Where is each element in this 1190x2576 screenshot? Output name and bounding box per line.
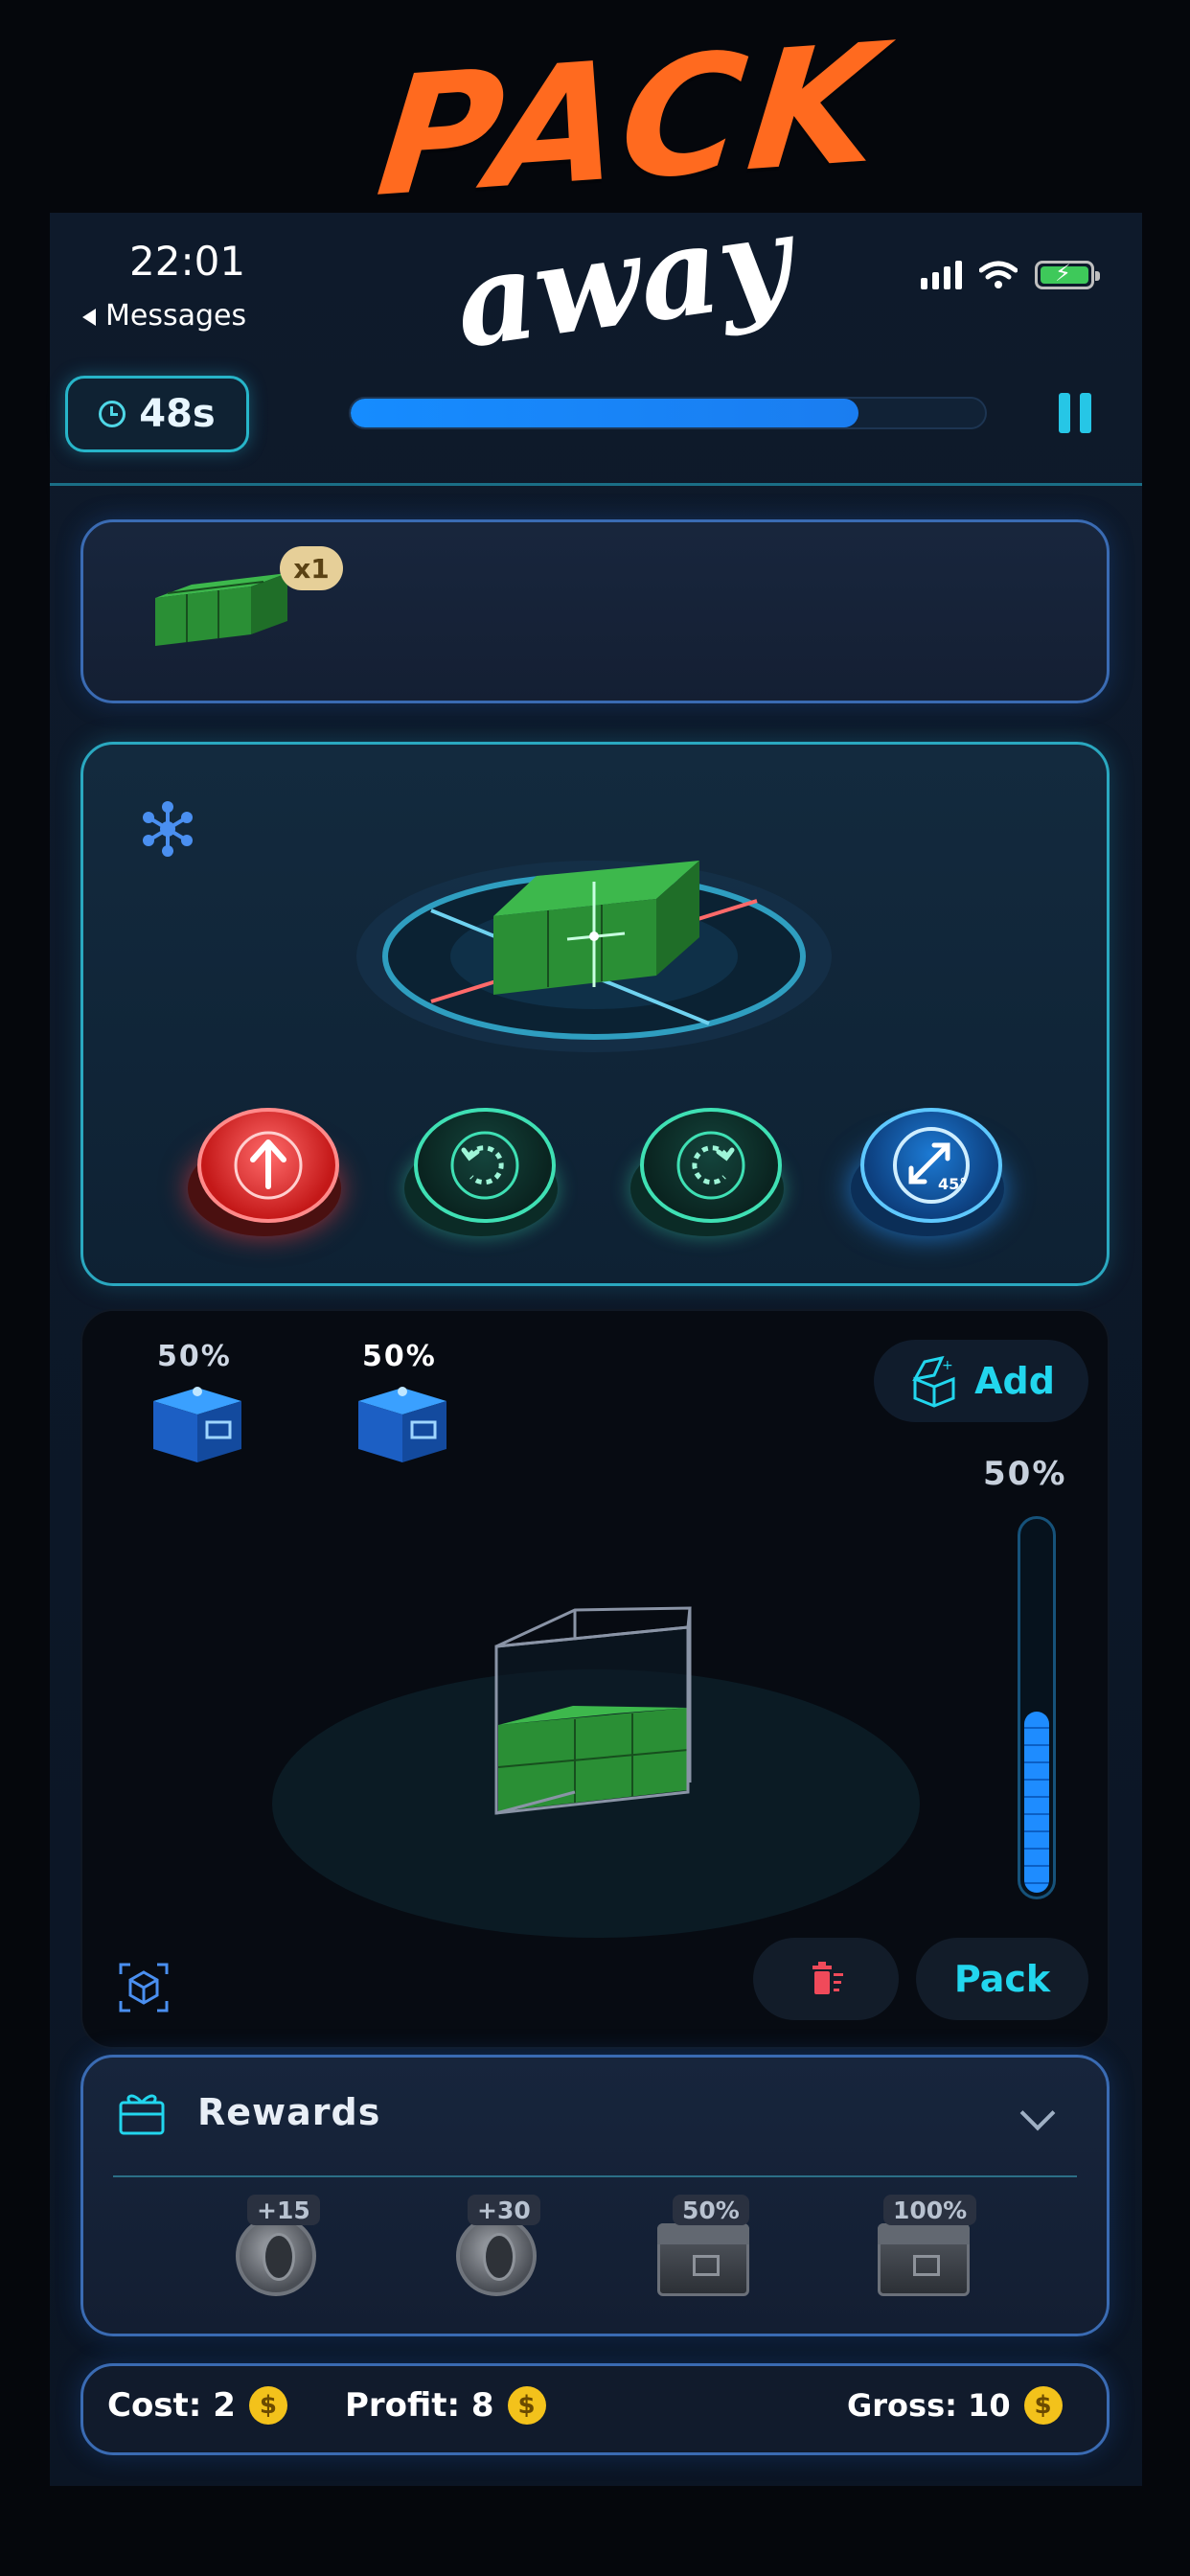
locked-box-icon xyxy=(878,2223,970,2296)
reward-tag: +30 xyxy=(468,2195,540,2225)
reward-tag: +15 xyxy=(247,2195,320,2225)
reward-box-100: 100% xyxy=(857,2195,1000,2310)
reward-box-50: 50% xyxy=(636,2195,780,2310)
rewards-title: Rewards xyxy=(197,2091,381,2133)
rotate-left-button[interactable] xyxy=(404,1102,558,1236)
gold-coin-icon: $ xyxy=(248,2386,287,2425)
crate-1-percent: 50% xyxy=(157,1340,232,1373)
add-box-button[interactable]: + Add xyxy=(874,1340,1088,1422)
status-time: 22:01 xyxy=(129,238,246,285)
pack-button[interactable]: Pack xyxy=(916,1938,1088,2020)
cellular-signal-icon xyxy=(921,261,962,289)
snowflake-freeze-icon[interactable] xyxy=(138,799,197,859)
level-progress-fill xyxy=(351,399,858,427)
hud-divider xyxy=(50,483,1142,486)
open-box-icon: + xyxy=(912,1355,955,1408)
crate-2-percent: 50% xyxy=(362,1340,437,1373)
rotate-cw-icon xyxy=(676,1131,745,1200)
back-arrow-icon xyxy=(82,308,96,326)
locked-box-icon xyxy=(657,2223,749,2296)
clock-icon xyxy=(99,401,126,427)
status-icons: ⚡ xyxy=(921,261,1100,289)
wifi-icon xyxy=(979,261,1018,288)
gift-icon xyxy=(119,2094,165,2135)
rotate-ccw-icon xyxy=(450,1131,519,1200)
add-label: Add xyxy=(974,1360,1055,1402)
back-to-messages[interactable]: Messages xyxy=(82,299,246,333)
logo-pack-text: PACK xyxy=(370,7,896,234)
tilt-45-button[interactable]: 45° xyxy=(851,1102,1004,1236)
clear-bin-button[interactable] xyxy=(753,1938,899,2020)
container-fill-meter xyxy=(1018,1516,1056,1899)
cost-text: Cost: 2 xyxy=(107,2386,236,2425)
coin-icon xyxy=(236,2216,316,2296)
reward-tag: 50% xyxy=(673,2195,749,2225)
rewards-divider xyxy=(113,2175,1077,2177)
tilt-45-icon: 45° xyxy=(893,1127,970,1204)
container-fill-level xyxy=(1024,1712,1049,1893)
arrow-up-icon xyxy=(234,1131,303,1200)
coin-icon xyxy=(456,2216,537,2296)
trash-icon xyxy=(812,1962,843,1994)
raise-piece-button[interactable] xyxy=(188,1102,341,1236)
pause-button[interactable] xyxy=(1059,393,1097,435)
profit-text: Profit: 8 xyxy=(345,2386,494,2425)
gold-coin-icon: $ xyxy=(507,2386,546,2425)
container-fill-percent: 50% xyxy=(983,1455,1067,1493)
queued-piece-triple-block[interactable] xyxy=(151,565,295,657)
level-progress-bar xyxy=(349,397,987,429)
view-3d-cube-icon[interactable] xyxy=(117,1961,171,2014)
crate-1-box-icon[interactable] xyxy=(148,1380,247,1466)
container-stage[interactable] xyxy=(270,1600,922,1945)
cost-stat: Cost: 2 $ xyxy=(107,2386,287,2425)
battery-charging-icon: ⚡ xyxy=(1035,261,1100,289)
pause-icon-bar-left xyxy=(1059,393,1070,433)
profit-stat: Profit: 8 $ xyxy=(345,2386,546,2425)
timer-pill: 48s xyxy=(65,376,249,452)
crate-2-box-icon[interactable] xyxy=(353,1380,452,1466)
piece-count-badge: x1 xyxy=(280,546,343,590)
reward-coin-15: +15 xyxy=(209,2195,353,2310)
reward-coin-30: +30 xyxy=(429,2195,573,2310)
rotate-right-button[interactable] xyxy=(630,1102,784,1236)
gross-stat: Gross: 10 $ xyxy=(847,2386,1063,2425)
gold-coin-icon: $ xyxy=(1023,2386,1063,2425)
timer-value: 48s xyxy=(139,392,216,436)
pause-icon-bar-right xyxy=(1080,393,1091,433)
rotation-platform[interactable] xyxy=(355,843,834,1064)
svg-text:+: + xyxy=(942,1358,953,1373)
back-label: Messages xyxy=(105,299,247,333)
reward-tag: 100% xyxy=(883,2195,977,2225)
tilt-45-label: 45° xyxy=(938,1175,967,1193)
gross-text: Gross: 10 xyxy=(847,2387,1011,2424)
